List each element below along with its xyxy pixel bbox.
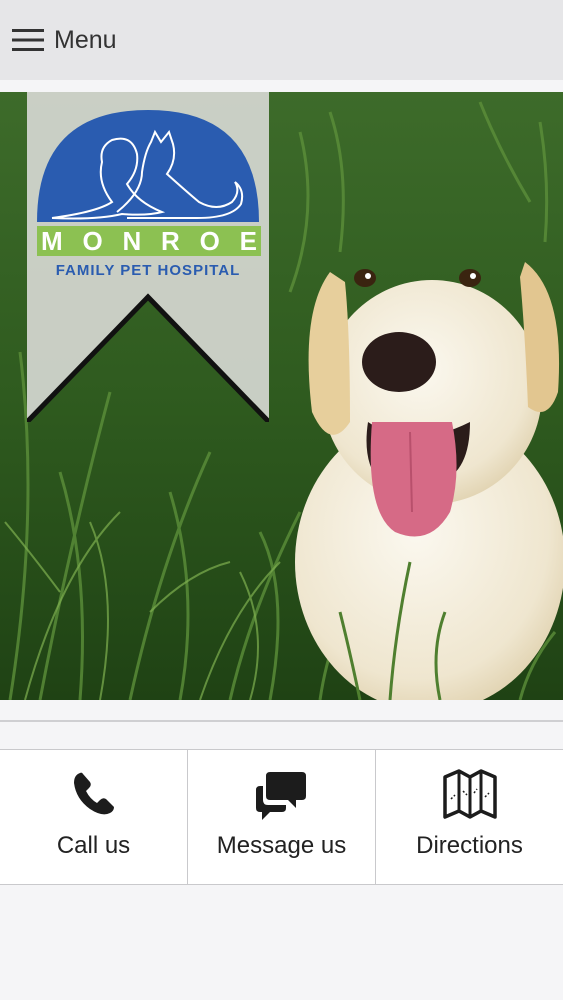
message-us-button[interactable]: Message us xyxy=(187,750,375,884)
chat-bubbles-icon xyxy=(255,772,306,820)
logo-letter: O xyxy=(199,225,220,256)
hero-image: M O N R O E FAMILY PET HOSPITAL xyxy=(0,92,563,700)
logo-letter: R xyxy=(161,225,180,256)
logo-letter: O xyxy=(82,225,103,256)
directions-button[interactable]: Directions xyxy=(375,750,563,884)
call-us-label: Call us xyxy=(56,832,131,859)
phone-icon xyxy=(73,772,114,815)
map-icon xyxy=(442,769,497,819)
quick-actions: Call us Message us Directions xyxy=(0,749,563,885)
logo-subtitle: FAMILY PET HOSPITAL xyxy=(55,262,241,279)
message-us-label: Message us xyxy=(216,832,347,859)
logo-letter: N xyxy=(122,225,142,256)
logo-letter: M xyxy=(41,225,63,256)
logo-wordmark: M O N R O E xyxy=(37,226,261,256)
top-bar: Menu xyxy=(0,0,563,80)
menu-button[interactable]: Menu xyxy=(12,22,117,58)
divider xyxy=(0,720,563,722)
menu-label: Menu xyxy=(54,25,117,54)
call-us-button[interactable]: Call us xyxy=(0,750,187,884)
hamburger-icon xyxy=(12,29,44,51)
logo-letter: E xyxy=(239,225,257,256)
directions-label: Directions xyxy=(416,832,523,859)
logo-banner xyxy=(27,92,269,422)
